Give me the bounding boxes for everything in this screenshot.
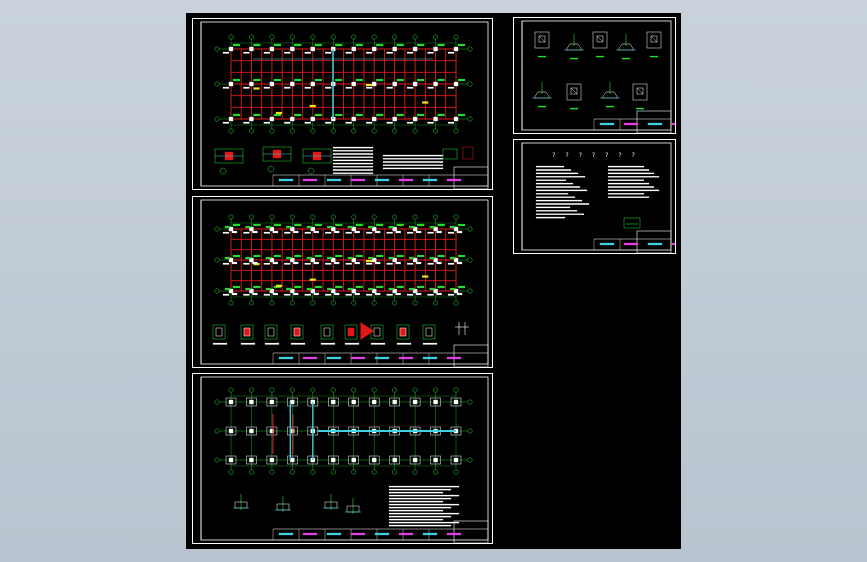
sheet-beam-plan[interactable] — [192, 18, 493, 190]
sheet-inner-border — [200, 21, 489, 187]
drawing-viewport[interactable]: ? ? ? ? ? ? ? — [186, 13, 681, 549]
column-plan-drawing — [200, 199, 489, 367]
sheet-column-plan[interactable] — [192, 196, 493, 368]
sheet-inner-border — [200, 199, 489, 365]
sheet-foundation-details[interactable] — [513, 17, 676, 134]
foundation-plan-drawing — [200, 376, 489, 543]
foundation-details-drawing — [521, 20, 675, 133]
sheet-general-notes[interactable]: ? ? ? ? ? ? ? — [513, 139, 676, 254]
notes-heading: ? ? ? ? ? ? ? — [552, 152, 638, 159]
sheet-inner-border — [521, 20, 672, 131]
sheet-foundation-plan[interactable] — [192, 373, 493, 544]
sheet-inner-border — [200, 376, 489, 541]
beam-plan-drawing — [200, 21, 489, 189]
